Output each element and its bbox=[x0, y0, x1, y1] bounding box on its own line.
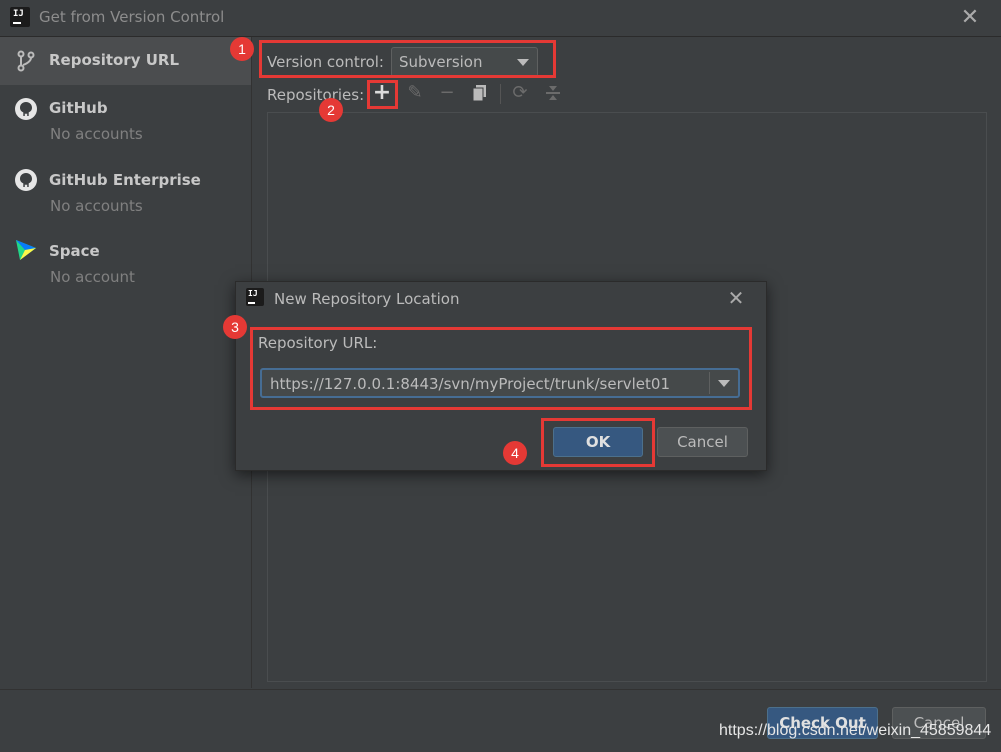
annotation-highlight bbox=[250, 327, 752, 410]
annotation-highlight bbox=[367, 80, 398, 109]
sidebar-item-label: Space bbox=[49, 242, 100, 260]
annotation-badge: 4 bbox=[503, 441, 527, 465]
annotation-highlight bbox=[259, 40, 556, 78]
annotation-badge: 3 bbox=[223, 315, 247, 339]
dialog-title: New Repository Location bbox=[274, 290, 460, 308]
annotation-badge: 2 bbox=[319, 98, 343, 122]
sidebar: Repository URL GitHub No accounts GitHub… bbox=[0, 37, 252, 688]
sidebar-item-github[interactable]: GitHub No accounts bbox=[0, 91, 251, 151]
close-icon[interactable]: ✕ bbox=[958, 6, 982, 30]
sidebar-item-label: GitHub Enterprise bbox=[49, 171, 201, 189]
close-icon[interactable]: ✕ bbox=[724, 286, 748, 310]
edit-icon[interactable]: ✎ bbox=[404, 82, 426, 104]
sidebar-item-space[interactable]: Space No account bbox=[0, 234, 251, 294]
dialog-footer: Check Out Cancel bbox=[0, 689, 1001, 752]
space-icon bbox=[16, 240, 36, 260]
collapse-icon[interactable] bbox=[542, 82, 564, 104]
sidebar-item-subtitle: No accounts bbox=[50, 197, 143, 215]
sidebar-item-subtitle: No account bbox=[50, 268, 135, 286]
refresh-icon[interactable]: ⟳ bbox=[509, 82, 531, 104]
repositories-label: Repositories: bbox=[267, 86, 365, 104]
sidebar-item-github-enterprise[interactable]: GitHub Enterprise No accounts bbox=[0, 163, 251, 223]
sidebar-item-subtitle: No accounts bbox=[50, 125, 143, 143]
branch-icon bbox=[17, 50, 35, 72]
sidebar-item-repository-url[interactable]: Repository URL bbox=[0, 37, 251, 85]
intellij-logo-icon: IJ bbox=[246, 288, 264, 306]
dialog-cancel-button[interactable]: Cancel bbox=[657, 427, 748, 457]
github-icon bbox=[15, 169, 37, 191]
intellij-logo-icon: IJ bbox=[8, 5, 32, 29]
annotation-highlight bbox=[541, 418, 655, 467]
sidebar-item-label: GitHub bbox=[49, 99, 108, 117]
watermark-text: https://blog.csdn.net/weixin_45859844 bbox=[719, 722, 992, 739]
sidebar-item-label: Repository URL bbox=[49, 51, 179, 69]
remove-icon[interactable]: − bbox=[436, 82, 458, 104]
copy-icon[interactable] bbox=[469, 82, 491, 104]
github-icon bbox=[15, 98, 37, 120]
toolbar-separator bbox=[500, 84, 501, 104]
annotation-badge: 1 bbox=[230, 37, 254, 61]
window-title: Get from Version Control bbox=[39, 8, 225, 26]
title-bar: IJ Get from Version Control ✕ bbox=[0, 0, 1001, 37]
